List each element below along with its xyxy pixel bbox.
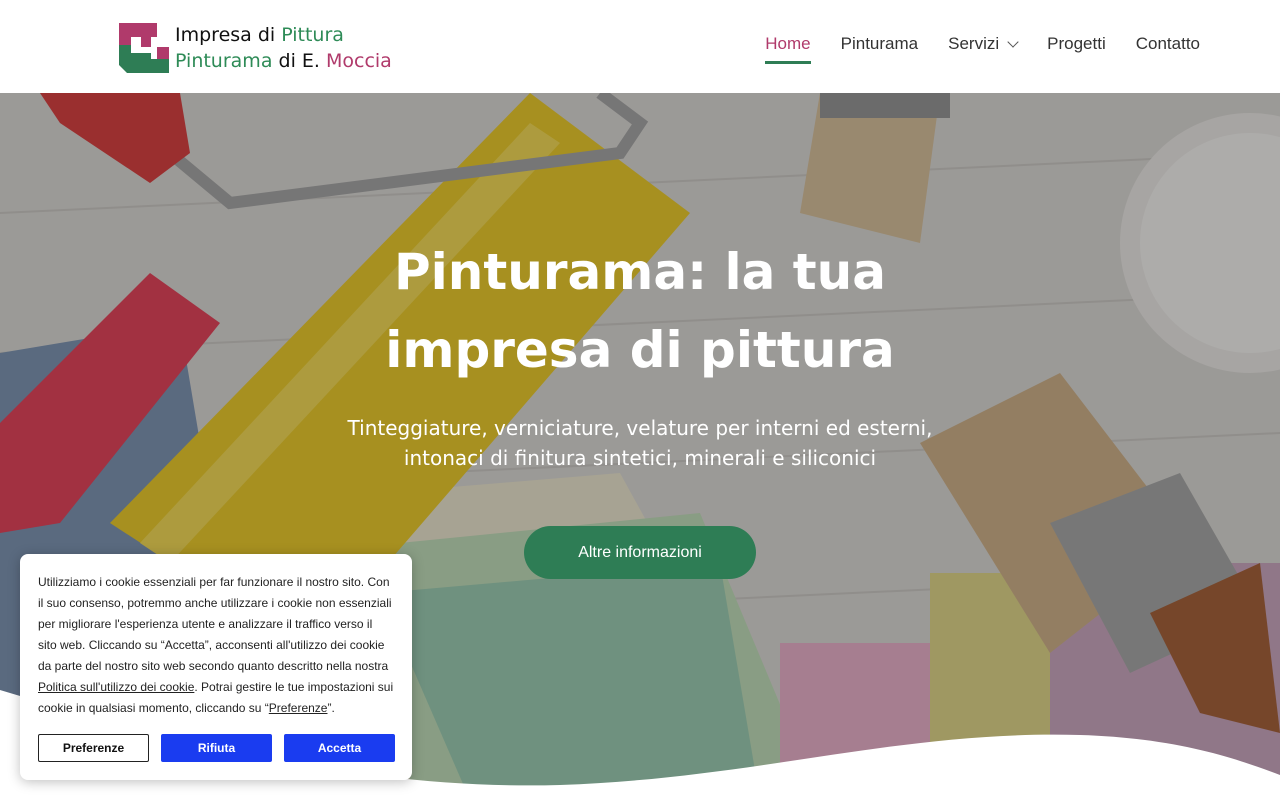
site-logo[interactable]: Impresa di Pittura Pinturama di E. Mocci…	[119, 22, 392, 74]
more-info-button[interactable]: Altre informazioni	[524, 526, 756, 579]
reject-button[interactable]: Rifiuta	[161, 734, 272, 762]
cookie-banner: Utilizziamo i cookie essenziali per far …	[20, 554, 412, 780]
main-nav: Home Pinturama Servizi Progetti Contatto	[735, 34, 1200, 64]
nav-item-servizi[interactable]: Servizi	[948, 34, 1019, 62]
preferences-button[interactable]: Preferenze	[38, 734, 149, 762]
preferences-link[interactable]: Preferenze	[269, 701, 328, 715]
logo-text: Impresa di Pittura Pinturama di E. Mocci…	[175, 22, 392, 74]
logo-mark-icon	[119, 23, 169, 73]
hero-subtitle: Tinteggiature, verniciature, velature pe…	[347, 416, 933, 470]
cookie-buttons: Preferenze Rifiuta Accetta	[38, 734, 395, 762]
nav-item-contatto[interactable]: Contatto	[1136, 34, 1200, 62]
cookie-text: Utilizziamo i cookie essenziali per far …	[38, 575, 394, 715]
nav-item-home[interactable]: Home	[765, 34, 812, 64]
accept-button[interactable]: Accetta	[284, 734, 395, 762]
site-header: Impresa di Pittura Pinturama di E. Mocci…	[0, 0, 1280, 93]
chevron-down-icon	[1007, 35, 1019, 48]
logo-line-2: Pinturama di E. Moccia	[175, 50, 392, 72]
nav-item-pinturama[interactable]: Pinturama	[841, 34, 918, 62]
nav-item-progetti[interactable]: Progetti	[1047, 34, 1106, 62]
cookie-policy-link[interactable]: Politica sull'utilizzo dei cookie	[38, 680, 194, 694]
hero-title: Pinturama: la tua impresa di pittura	[385, 243, 895, 379]
logo-line-1: Impresa di Pittura	[175, 24, 344, 46]
